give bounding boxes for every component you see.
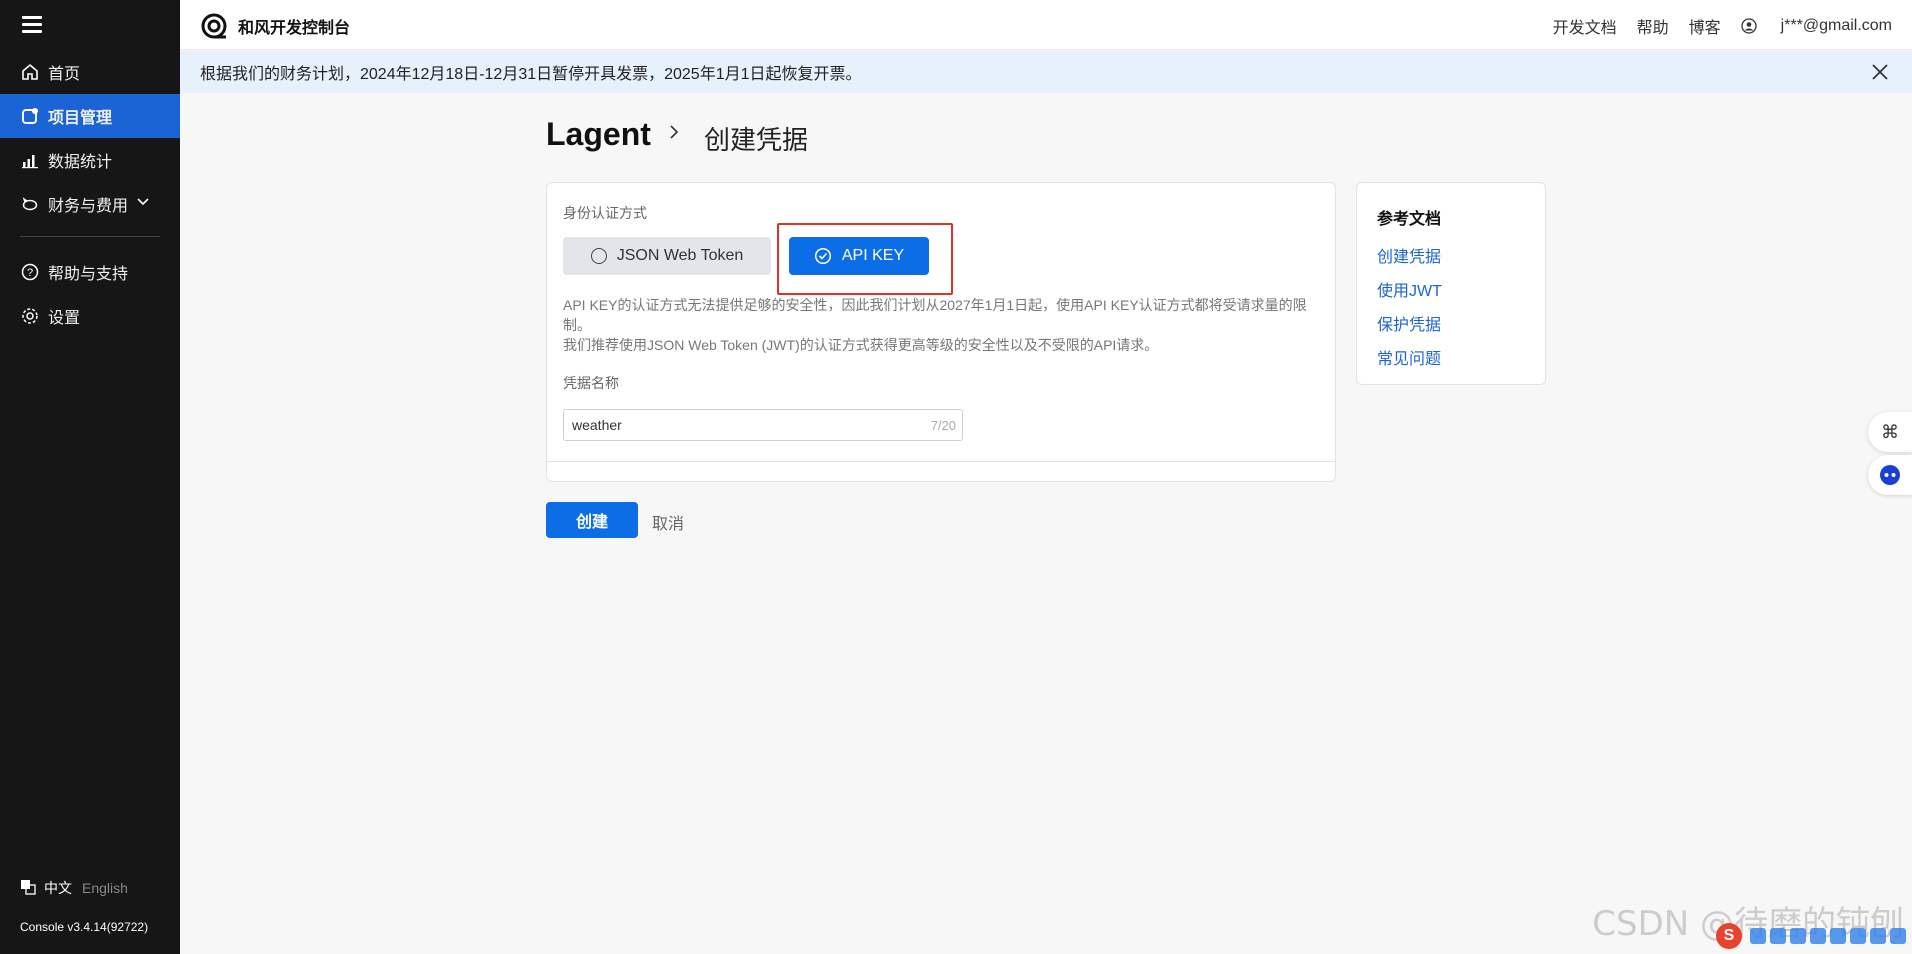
- project-icon: [20, 106, 40, 126]
- ime-tool-icon[interactable]: [1790, 928, 1806, 944]
- user-icon: [1740, 18, 1757, 34]
- credential-name-input[interactable]: [564, 410, 904, 440]
- check-circle-icon: [814, 247, 831, 265]
- sidebar-item-stats[interactable]: 数据统计: [0, 138, 180, 182]
- home-icon: [20, 62, 40, 82]
- credential-form-card: 身份认证方式 JSON Web Token API KEY API KEY的认证…: [546, 182, 1336, 482]
- sidebar-item-label: 设置: [48, 310, 81, 327]
- auth-description: API KEY的认证方式无法提供足够的安全性，因此我们计划从2027年1月1日起…: [563, 295, 1323, 355]
- sidebar: 首页 项目管理 数据统计 财务与费用 ? 帮助与支持 设置 中文 English…: [0, 0, 180, 954]
- breadcrumb-project[interactable]: Lagent: [546, 116, 651, 153]
- command-icon: ⌘: [1881, 421, 1899, 442]
- chevron-down-icon: [136, 195, 150, 214]
- ime-tool-icon[interactable]: [1770, 928, 1786, 944]
- cancel-button[interactable]: 取消: [652, 510, 684, 534]
- reference-title: 参考文档: [1377, 211, 1442, 228]
- sogou-icon[interactable]: S: [1716, 923, 1742, 949]
- create-button[interactable]: 创建: [546, 502, 638, 538]
- page-title: 创建凭据: [704, 125, 809, 155]
- robot-icon: [1880, 465, 1900, 485]
- auth-description-line1: API KEY的认证方式无法提供足够的安全性，因此我们计划从2027年1月1日起…: [563, 297, 1307, 333]
- top-link-docs[interactable]: 开发文档: [1553, 14, 1617, 38]
- ime-tool-icon[interactable]: [1750, 928, 1766, 944]
- chevron-right-icon: [664, 122, 684, 142]
- ime-tool-icon[interactable]: [1850, 928, 1866, 944]
- qweather-logo-icon: [200, 12, 228, 40]
- sidebar-item-home[interactable]: 首页: [0, 50, 180, 94]
- translate-icon: [20, 879, 36, 898]
- bar-chart-icon: [20, 150, 40, 170]
- ime-tool-icon[interactable]: [1830, 928, 1846, 944]
- ref-link-faq[interactable]: 常见问题: [1377, 345, 1441, 369]
- card-divider: [547, 461, 1335, 462]
- ime-tool-icon[interactable]: [1810, 928, 1826, 944]
- char-count: 7/20: [930, 418, 956, 433]
- user-menu[interactable]: j***@gmail.com: [1740, 17, 1892, 35]
- language-switcher[interactable]: 中文 English: [20, 878, 128, 898]
- piggy-bank-icon: [20, 194, 40, 214]
- ime-tool-icon[interactable]: [1890, 928, 1906, 944]
- sidebar-item-settings[interactable]: 设置: [0, 294, 180, 338]
- ref-link-protect[interactable]: 保护凭据: [1377, 311, 1441, 335]
- console-version: Console v3.4.14(92722): [20, 920, 149, 934]
- gear-icon: [20, 306, 40, 326]
- help-icon: ?: [20, 262, 40, 282]
- sidebar-item-projects[interactable]: 项目管理: [0, 94, 180, 138]
- sidebar-item-finance[interactable]: 财务与费用: [0, 182, 180, 226]
- ime-tool-icon[interactable]: [1870, 928, 1886, 944]
- assistant-button[interactable]: [1868, 455, 1912, 495]
- auth-option-api-key-label: API KEY: [841, 247, 905, 264]
- auth-option-jwt[interactable]: JSON Web Token: [563, 237, 771, 275]
- sidebar-item-label: 数据统计: [48, 154, 113, 171]
- svg-text:?: ?: [27, 267, 33, 279]
- sidebar-item-help[interactable]: ? 帮助与支持: [0, 250, 180, 294]
- reference-docs-card: 参考文档 创建凭据 使用JWT 保护凭据 常见问题: [1356, 182, 1546, 385]
- auth-option-jwt-label: JSON Web Token: [616, 247, 744, 264]
- brand-title: 和风开发控制台: [238, 20, 351, 37]
- close-icon[interactable]: [1868, 60, 1892, 84]
- sidebar-item-label: 帮助与支持: [48, 266, 129, 283]
- credential-name-field[interactable]: 7/20: [563, 409, 963, 441]
- ref-link-create[interactable]: 创建凭据: [1377, 243, 1441, 267]
- radio-icon: [590, 248, 607, 264]
- brand[interactable]: 和风开发控制台: [200, 12, 350, 40]
- user-email: j***@gmail.com: [1780, 17, 1892, 34]
- top-link-help[interactable]: 帮助: [1637, 14, 1669, 38]
- lang-en[interactable]: English: [82, 880, 128, 896]
- menu-icon[interactable]: [22, 16, 42, 33]
- credential-name-label: 凭据名称: [563, 375, 619, 391]
- ref-link-jwt[interactable]: 使用JWT: [1377, 277, 1442, 301]
- auth-description-line2: 我们推荐使用JSON Web Token (JWT)的认证方式获得更高等级的安全…: [563, 337, 1159, 353]
- notice-banner: 根据我们的财务计划，2024年12月18日-12月31日暂停开具发票，2025年…: [180, 51, 1912, 93]
- topbar: 和风开发控制台 开发文档 帮助 博客 j***@gmail.com: [180, 0, 1912, 50]
- sidebar-item-label: 首页: [48, 66, 81, 83]
- sidebar-item-label: 财务与费用: [48, 198, 129, 215]
- ime-toolbar: S: [1716, 923, 1906, 949]
- auth-method-label: 身份认证方式: [563, 205, 647, 221]
- sidebar-divider: [20, 236, 160, 237]
- notice-text: 根据我们的财务计划，2024年12月18日-12月31日暂停开具发票，2025年…: [200, 66, 862, 83]
- top-link-blog[interactable]: 博客: [1689, 14, 1721, 38]
- sidebar-item-label: 项目管理: [48, 110, 113, 127]
- lang-zh[interactable]: 中文: [44, 878, 72, 898]
- auth-option-api-key[interactable]: API KEY: [789, 237, 929, 275]
- shortcut-button[interactable]: ⌘: [1868, 412, 1912, 452]
- top-links: 开发文档 帮助 博客 j***@gmail.com: [1533, 14, 1892, 38]
